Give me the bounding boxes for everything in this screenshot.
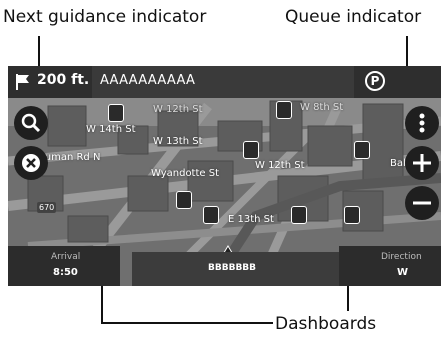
parking-icon[interactable]: P xyxy=(365,71,385,91)
center-dashboard[interactable]: BBBBBBB xyxy=(132,252,340,286)
leader-line xyxy=(101,322,273,324)
street-label: E 13th St xyxy=(228,214,274,225)
direction-value: W xyxy=(397,267,409,278)
center-dashboard-text: BBBBBBB xyxy=(208,263,257,273)
callout-next-guidance: Next guidance indicator xyxy=(3,7,207,27)
cancel-icon xyxy=(22,154,40,172)
poi-pin[interactable] xyxy=(344,206,360,224)
callout-dashboards: Dashboards xyxy=(275,314,377,334)
dashboards: Arrival 8:50 BBBBBBB Direction W xyxy=(8,246,441,286)
zoom-out-button[interactable] xyxy=(405,186,439,220)
arrival-label: Arrival xyxy=(51,252,81,262)
guidance-distance: 200 ft. xyxy=(37,72,90,88)
street-label: Wyandotte St xyxy=(151,168,220,179)
poi-pin[interactable] xyxy=(108,104,124,122)
poi-pin[interactable] xyxy=(243,141,259,159)
poi-pin[interactable] xyxy=(276,101,292,119)
street-label: W 13th St xyxy=(153,136,203,147)
next-guidance-bar[interactable]: 200 ft. AAAAAAAAAA P xyxy=(8,66,441,98)
street-label: W 12th St xyxy=(255,160,305,171)
zoom-in-icon xyxy=(413,154,431,172)
street-label: W 12th St xyxy=(153,104,203,115)
leader-line xyxy=(101,281,103,323)
next-street-name: AAAAAAAAAA xyxy=(100,73,196,88)
street-label: W 8th St xyxy=(300,102,344,113)
search-button[interactable] xyxy=(14,106,48,140)
direction-dashboard[interactable]: Direction W xyxy=(339,246,441,286)
navigation-screen: W 12th St W 8th St W 14th St W 13th St T… xyxy=(8,66,441,286)
highway-shield: 670 xyxy=(37,202,57,213)
poi-pin[interactable] xyxy=(291,206,307,224)
direction-label: Direction xyxy=(381,252,422,262)
search-icon xyxy=(21,113,41,133)
street-label: W 14th St xyxy=(86,124,136,135)
zoom-out-icon xyxy=(413,201,431,205)
cancel-route-button[interactable] xyxy=(14,146,48,180)
menu-button[interactable] xyxy=(405,106,439,140)
arrival-time: 8:50 xyxy=(53,267,78,278)
callout-queue: Queue indicator xyxy=(285,7,422,27)
poi-pin[interactable] xyxy=(203,206,219,224)
poi-pin[interactable] xyxy=(354,141,370,159)
arrival-dashboard[interactable]: Arrival 8:50 xyxy=(8,246,120,286)
menu-icon xyxy=(419,113,425,133)
poi-pin[interactable] xyxy=(176,191,192,209)
flag-icon xyxy=(16,74,29,90)
zoom-in-button[interactable] xyxy=(405,146,439,180)
